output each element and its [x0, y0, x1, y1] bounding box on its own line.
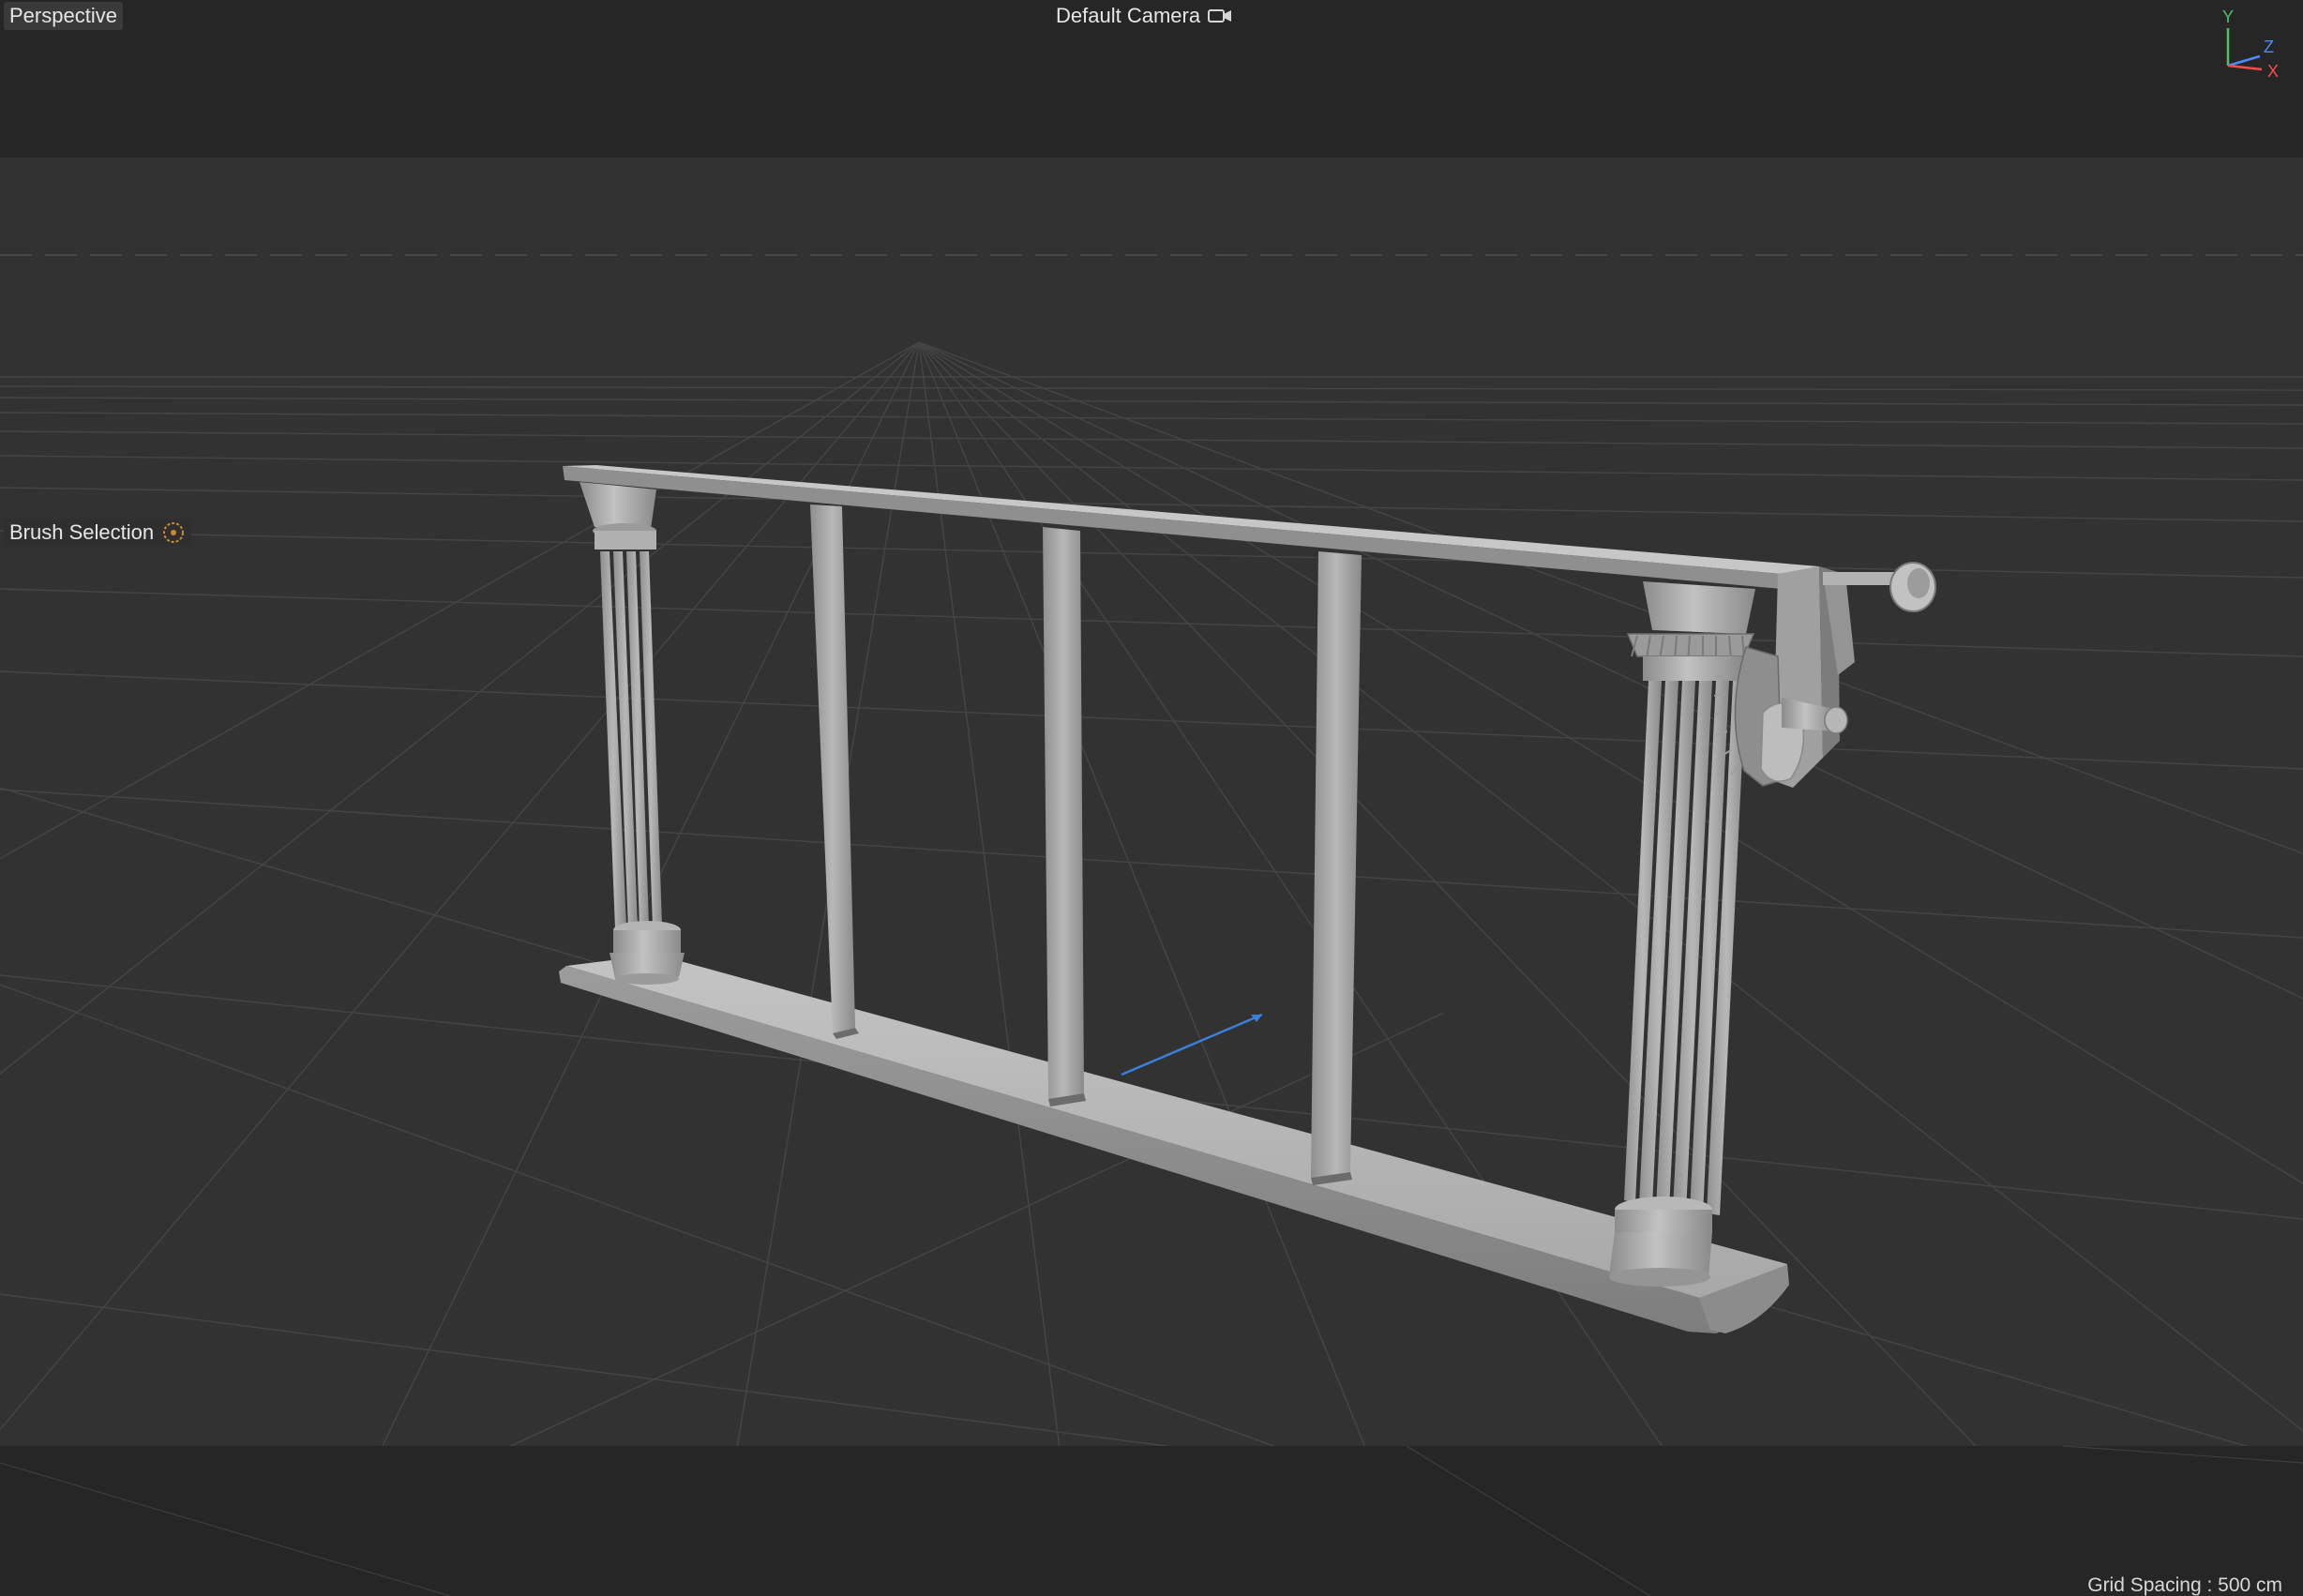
viewport-scene[interactable] [0, 0, 2303, 1596]
brush-selection-tool[interactable]: Brush Selection [4, 519, 192, 547]
camera-icon [1208, 9, 1232, 23]
camera-selector[interactable]: Default Camera [1052, 2, 1236, 30]
brush-target-icon [163, 522, 185, 543]
axis-x-line [2227, 64, 2263, 71]
tool-label: Brush Selection [9, 520, 155, 544]
axis-z-label: Z [2264, 38, 2274, 56]
view-mode-label[interactable]: Perspective [4, 2, 123, 30]
lower-band [0, 1446, 2303, 1596]
3d-viewport[interactable]: Perspective Default Camera Brush Selecti… [0, 0, 2303, 1596]
axis-z-line [2227, 54, 2261, 68]
axis-x-label: X [2267, 62, 2279, 79]
floor-plane [0, 158, 2303, 1446]
grid-spacing-readout: Grid Spacing : 500 cm [2087, 1574, 2282, 1596]
camera-label: Default Camera [1056, 4, 1201, 27]
slat-2[interactable] [1043, 527, 1086, 1107]
axis-gizmo[interactable]: Y Z X [2205, 4, 2299, 79]
axis-y-label: Y [2222, 8, 2234, 26]
